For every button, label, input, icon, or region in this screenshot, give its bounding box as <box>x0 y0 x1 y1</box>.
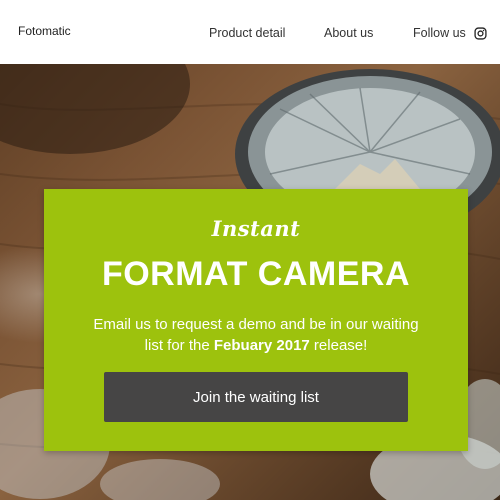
brand-logo-link[interactable]: Fotomatic <box>18 24 71 38</box>
hero-title: FORMAT CAMERA <box>101 255 411 293</box>
nav-about-us[interactable]: About us <box>324 26 373 40</box>
site-header: Fotomatic Product detail About us Follow… <box>0 0 500 64</box>
instagram-icon[interactable] <box>474 27 487 40</box>
join-waiting-list-button[interactable]: Join the waiting list <box>104 372 408 422</box>
hero-description: Email us to request a demo and be in our… <box>84 314 428 356</box>
hero-description-end: release! <box>309 337 368 354</box>
hero-script-title: Instant <box>211 216 301 241</box>
nav-product-detail[interactable]: Product detail <box>209 26 285 40</box>
hero-release-date: Febuary 2017 <box>213 337 310 354</box>
hero-card: Instant FORMAT CAMERA Email us to reques… <box>44 189 468 451</box>
nav-follow-us[interactable]: Follow us <box>413 26 466 40</box>
